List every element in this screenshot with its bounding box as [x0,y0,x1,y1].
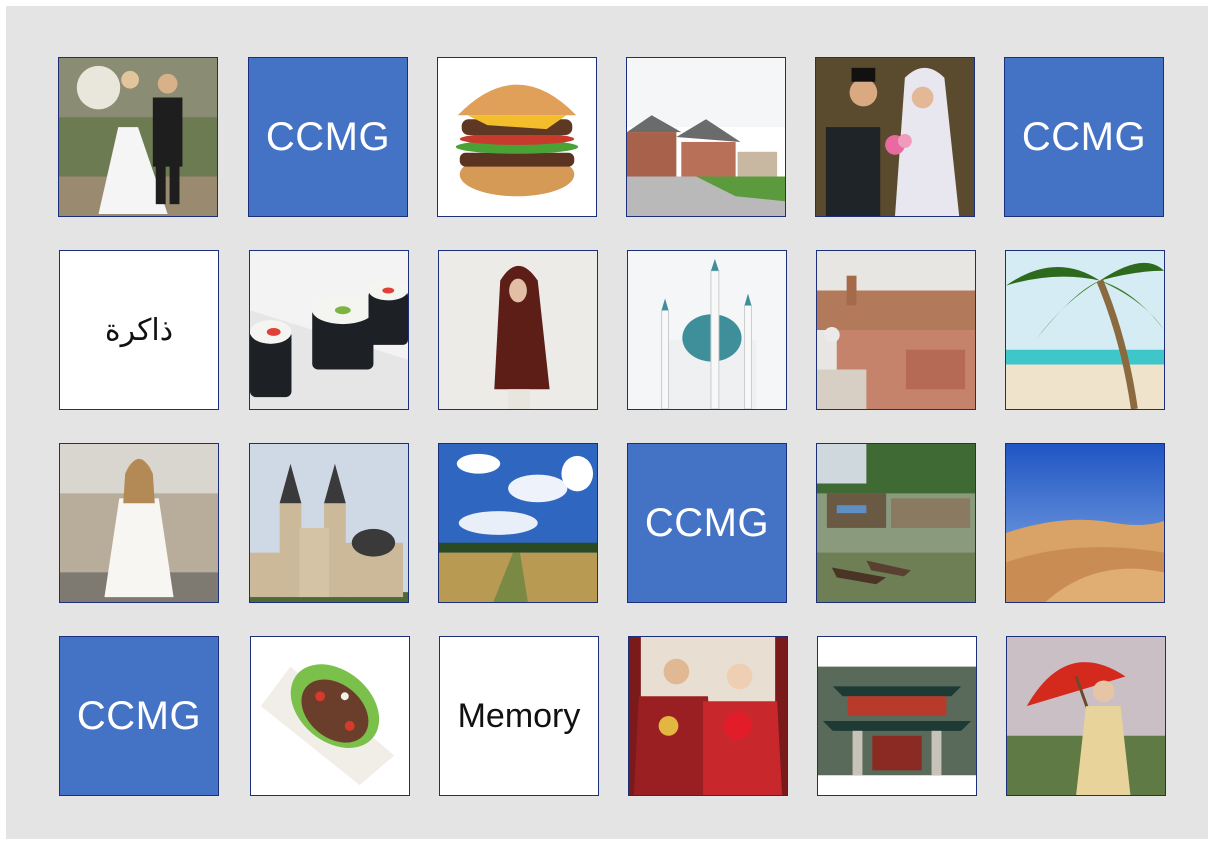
card-woman-white-dress[interactable] [59,443,219,603]
card-cathedral[interactable] [249,443,409,603]
card-wheat-field[interactable] [438,443,598,603]
card-cover-label: CCMG [76,693,202,738]
card-stilt-village[interactable] [816,443,976,603]
card-woman-hijab[interactable] [438,250,598,410]
wrap-image [251,637,409,795]
hamburger-image [438,58,596,216]
japanese-gate-image [818,637,976,795]
card-cover-label: CCMG [1021,114,1147,159]
card-word-english[interactable]: Memory [439,636,599,796]
mosque-image [628,251,786,409]
red-parasol-image [1007,637,1165,795]
card-cover[interactable]: CCMG [1004,57,1164,217]
desert-image [1006,444,1164,602]
card-cover[interactable]: CCMG [59,636,219,796]
wedding-garden-image [59,58,217,216]
card-cover[interactable]: CCMG [248,57,408,217]
sushi-image [250,251,408,409]
card-cover[interactable]: CCMG [627,443,787,603]
stilt-village-image [817,444,975,602]
card-word-arabic[interactable]: ذاكرة [59,250,219,410]
old-city-image [817,251,975,409]
card-suburban-houses[interactable] [626,57,786,217]
woman-white-dress-image [60,444,218,602]
card-word-label: ذاكرة [104,312,174,348]
card-desert[interactable] [1005,443,1165,603]
card-old-city[interactable] [816,250,976,410]
wheat-field-image [439,444,597,602]
cathedral-image [250,444,408,602]
card-wedding-hijab[interactable] [815,57,975,217]
card-wrap[interactable] [250,636,410,796]
card-chinese-wedding[interactable] [628,636,788,796]
card-red-parasol[interactable] [1006,636,1166,796]
woman-hijab-image [439,251,597,409]
card-palm-beach[interactable] [1005,250,1165,410]
card-sushi[interactable] [249,250,409,410]
card-cover-label: CCMG [265,114,391,159]
wedding-hijab-image [816,58,974,216]
card-cover-label: CCMG [644,500,770,545]
palm-beach-image [1006,251,1164,409]
suburban-houses-image [627,58,785,216]
card-word-label: Memory [457,696,581,735]
card-wedding-garden[interactable] [58,57,218,217]
card-japanese-gate[interactable] [817,636,977,796]
card-mosque[interactable] [627,250,787,410]
card-hamburger[interactable] [437,57,597,217]
memory-game-board: CCMG CCMG ذاكرة CCMG CCMG Memory [6,6,1208,839]
chinese-wedding-image [629,637,787,795]
